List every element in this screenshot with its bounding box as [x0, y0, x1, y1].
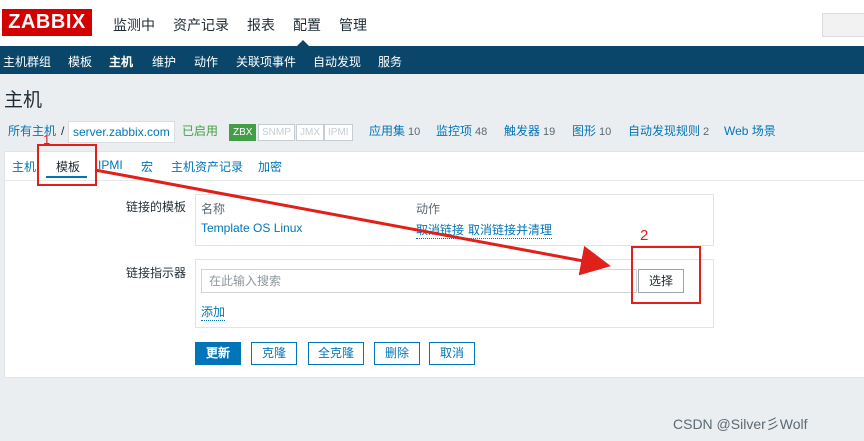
tab-inventory[interactable]: 主机资产记录	[171, 158, 243, 175]
template-os-linux-link[interactable]: Template OS Linux	[201, 221, 302, 235]
nav-administration[interactable]: 管理	[339, 15, 367, 35]
page-title: 主机	[4, 90, 43, 111]
global-search-input[interactable]	[822, 13, 864, 37]
tab-divider	[4, 180, 864, 181]
availability-zbx-badge: ZBX	[229, 124, 257, 141]
link-applications[interactable]: 应用集 10	[369, 120, 420, 143]
subnav-actions[interactable]: 动作	[194, 53, 218, 70]
unlink-button[interactable]: 取消链接	[416, 221, 465, 239]
col-action-header: 动作	[416, 202, 441, 216]
tab-ipmi[interactable]: IPMI	[98, 158, 123, 172]
template-search-field[interactable]	[201, 269, 637, 293]
linked-templates-label: 链接的模板	[125, 200, 186, 214]
col-name-header: 名称	[201, 202, 226, 216]
subnav-discovery[interactable]: 自动发现	[313, 53, 361, 70]
link-indicator-label: 链接指示器	[125, 266, 186, 280]
nav-reports[interactable]: 报表	[247, 15, 275, 35]
link-discovery-rules[interactable]: 自动发现规则 2	[628, 120, 709, 143]
sub-nav: 主机群组 模板 主机 维护 动作 关联项事件 自动发现 服务	[0, 46, 864, 74]
subnav-services[interactable]: 服务	[378, 53, 402, 70]
subnav-correlation[interactable]: 关联项事件	[236, 53, 296, 70]
availability-snmp-badge: SNMP	[258, 124, 295, 141]
main-nav: 监测中 资产记录 报表 配置 管理	[113, 15, 385, 35]
annotation-step-1: 1	[43, 132, 51, 147]
nav-inventory[interactable]: 资产记录	[173, 15, 229, 35]
full-clone-button[interactable]: 全克隆	[308, 342, 364, 365]
subnav-templates[interactable]: 模板	[68, 53, 92, 70]
breadcrumb-separator: /	[61, 124, 65, 138]
annotation-box-templates-tab	[37, 144, 97, 186]
nav-configuration[interactable]: 配置	[293, 15, 321, 35]
availability-jmx-badge: JMX	[296, 124, 324, 141]
link-triggers[interactable]: 触发器 19	[504, 120, 555, 143]
clone-button[interactable]: 克隆	[251, 342, 297, 365]
subnav-maintenance[interactable]: 维护	[152, 53, 176, 70]
csdn-watermark: CSDN @Silver彡Wolf	[673, 416, 808, 432]
breadcrumb-host[interactable]: server.zabbix.com	[68, 121, 175, 143]
delete-button[interactable]: 删除	[374, 342, 420, 365]
availability-ipmi-badge: IPMI	[324, 124, 353, 141]
template-search-input[interactable]	[207, 270, 631, 292]
nav-monitoring[interactable]: 监测中	[113, 15, 155, 35]
unlink-and-clear-button[interactable]: 取消链接并清理	[468, 221, 553, 239]
subnav-host-groups[interactable]: 主机群组	[3, 53, 51, 70]
link-items[interactable]: 监控项 48	[436, 120, 487, 143]
update-button[interactable]: 更新	[195, 342, 241, 365]
add-link[interactable]: 添加	[201, 303, 226, 321]
zabbix-logo[interactable]: ZABBIX	[2, 9, 92, 36]
tab-encryption[interactable]: 加密	[258, 158, 282, 175]
subnav-hosts[interactable]: 主机	[109, 53, 133, 70]
tab-macros[interactable]: 宏	[141, 158, 153, 175]
top-header: ZABBIX 监测中 资产记录 报表 配置 管理	[0, 0, 864, 47]
link-graphs[interactable]: 图形 10	[572, 120, 611, 143]
tab-host[interactable]: 主机	[12, 158, 36, 175]
cancel-button[interactable]: 取消	[429, 342, 475, 365]
annotation-box-select-button	[631, 246, 701, 304]
annotation-step-2: 2	[640, 227, 649, 244]
host-status-enabled[interactable]: 已启用	[182, 120, 218, 142]
link-web-scenarios[interactable]: Web 场景	[724, 120, 776, 142]
